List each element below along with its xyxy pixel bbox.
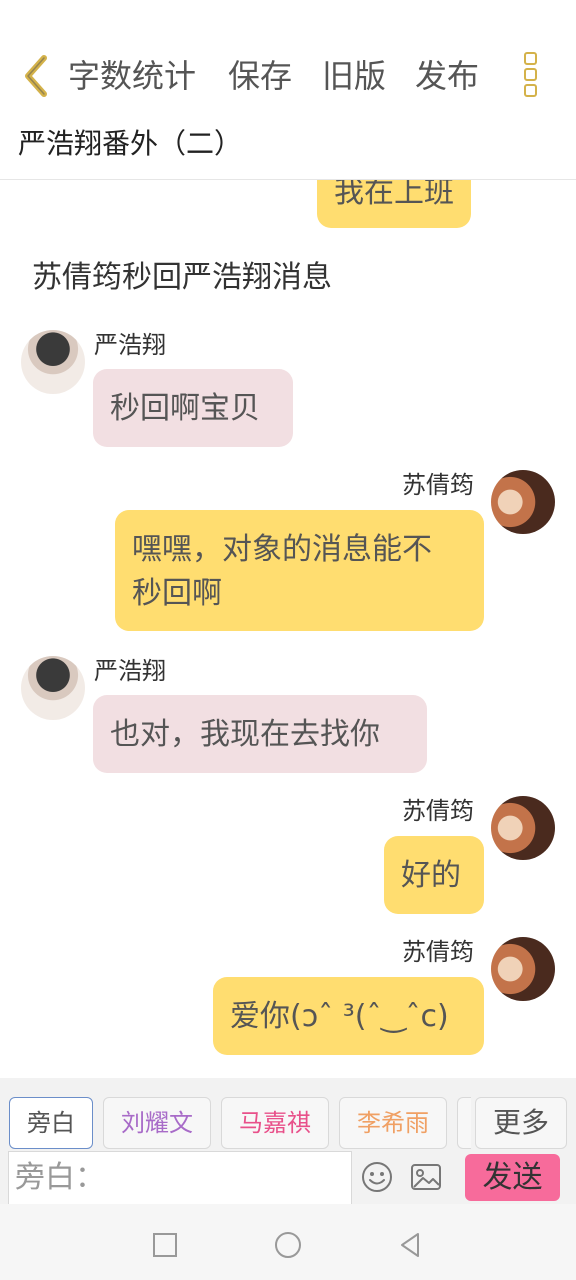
avatar[interactable] — [491, 470, 555, 534]
character-tab-partial[interactable] — [457, 1097, 471, 1149]
sender-name: 苏倩筠 — [402, 797, 474, 825]
triangle-back-icon[interactable] — [396, 1230, 426, 1260]
message-line: 嘿嘿，对象的消息能不 — [132, 532, 432, 567]
publish-button[interactable]: 发布 — [415, 56, 479, 96]
avatar[interactable] — [21, 330, 85, 394]
message-bubble[interactable]: 好的 — [384, 836, 484, 914]
chat-area[interactable]: 我在上班 苏倩筠秒回严浩翔消息 严浩翔 秒回啊宝贝 苏倩筠 嘿嘿，对象的消息能不… — [0, 180, 576, 1078]
circle-icon[interactable] — [273, 1230, 303, 1260]
message-bubble-partial[interactable]: 我在上班 — [317, 180, 471, 228]
message-bubble[interactable]: 也对，我现在去找你 — [93, 695, 427, 773]
character-tab-liu-yaowen[interactable]: 刘耀文 — [103, 1097, 211, 1149]
message-bubble[interactable]: 爱你(ɔˆ ³(ˆ‿ˆc) — [213, 977, 484, 1055]
avatar[interactable] — [491, 937, 555, 1001]
character-tab-li-xiyu[interactable]: 李希雨 — [339, 1097, 447, 1149]
narration-text[interactable]: 苏倩筠秒回严浩翔消息 — [32, 258, 332, 298]
chevron-left-icon — [25, 55, 47, 97]
image-icon[interactable] — [409, 1160, 443, 1194]
old-version-button[interactable]: 旧版 — [322, 56, 386, 96]
save-button[interactable]: 保存 — [228, 56, 292, 96]
editor-toolbar: 字数统计 保存 旧版 发布 — [0, 0, 576, 120]
more-characters-button[interactable]: 更多 — [475, 1097, 567, 1149]
square-icon[interactable] — [150, 1230, 180, 1260]
document-title[interactable]: 严浩翔番外（二） — [18, 126, 242, 162]
message-bubble[interactable]: 嘿嘿，对象的消息能不 秒回啊 — [115, 510, 484, 631]
character-tab-ma-jiaqi[interactable]: 马嘉祺 — [221, 1097, 329, 1149]
sender-name: 严浩翔 — [94, 657, 166, 685]
sender-name: 严浩翔 — [94, 331, 166, 359]
send-button[interactable]: 发送 — [465, 1154, 560, 1201]
sender-name: 苏倩筠 — [402, 471, 474, 499]
avatar[interactable] — [491, 796, 555, 860]
emoji-icon[interactable] — [360, 1160, 394, 1194]
message-input[interactable] — [8, 1151, 352, 1205]
character-tab-narrator[interactable]: 旁白 — [9, 1097, 93, 1149]
avatar[interactable] — [21, 656, 85, 720]
message-line: 秒回啊 — [132, 576, 222, 611]
word-count-button[interactable]: 字数统计 — [68, 56, 196, 96]
sender-name: 苏倩筠 — [402, 938, 474, 966]
more-vertical-icon[interactable] — [518, 52, 542, 100]
message-bubble[interactable]: 秒回啊宝贝 — [93, 369, 293, 447]
back-button[interactable] — [18, 52, 58, 100]
